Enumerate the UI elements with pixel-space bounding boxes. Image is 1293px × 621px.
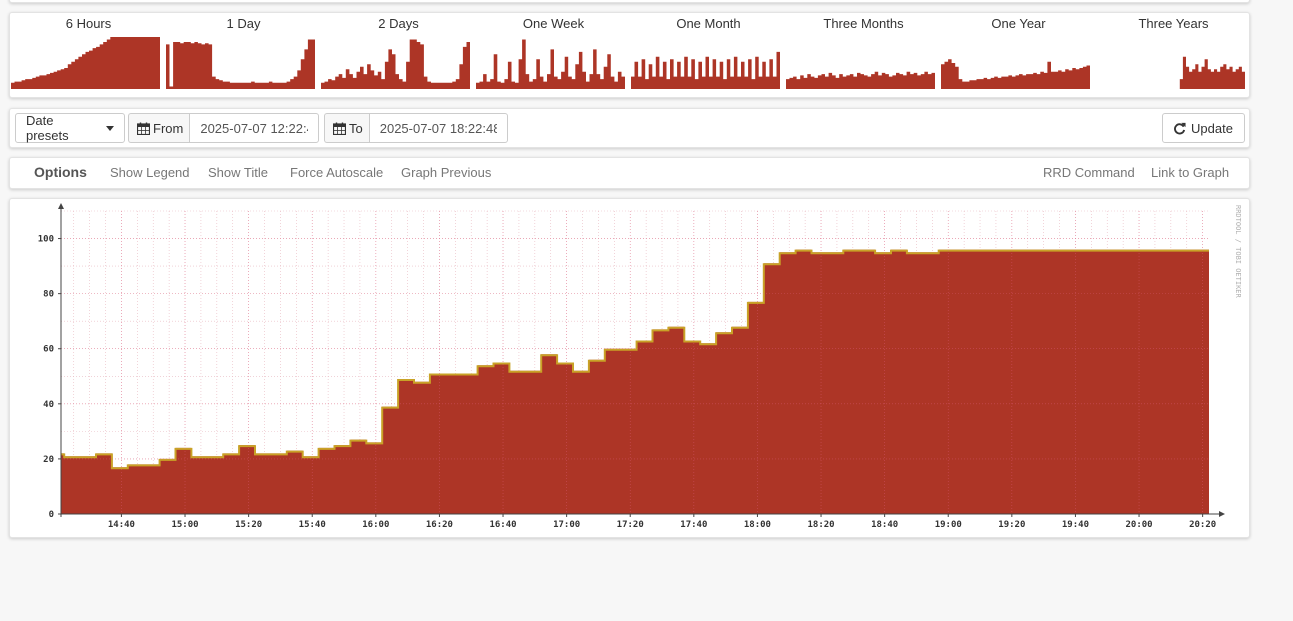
x-tick-label: 20:00 (1125, 520, 1152, 530)
thumbnail-title: 6 Hours (65, 16, 112, 31)
y-tick-label: 40 (43, 400, 54, 410)
thumbnail-title: 2 Days (378, 16, 419, 31)
graph-options-bar: Options Show Legend Show Title Force Aut… (9, 157, 1250, 189)
thumbnail-area (786, 71, 935, 89)
x-tick-label: 15:00 (171, 520, 198, 530)
caret-down-icon (106, 125, 114, 131)
to-addon: To (324, 113, 369, 143)
thumbnail-one-month[interactable]: One Month (631, 13, 786, 97)
graph-previous-link[interactable]: Graph Previous (401, 165, 491, 180)
x-tick-label: 14:40 (108, 520, 135, 530)
date-controls-bar: Date presets From 2025-07-07 12:22:48 To… (9, 108, 1250, 148)
thumbnail-1-day[interactable]: 1 Day (166, 13, 321, 97)
x-tick-label: 16:00 (362, 520, 389, 530)
y-tick-label: 100 (38, 235, 54, 245)
thumbnail-area (166, 39, 315, 89)
thumbnail-graph (1096, 56, 1245, 89)
thumbnail-graph (11, 37, 160, 89)
x-tick-label: 20:20 (1189, 520, 1216, 530)
series-area (61, 249, 1209, 514)
thumbnail-area (631, 51, 780, 89)
date-presets-label: Date presets (26, 113, 69, 143)
x-tick-label: 16:40 (489, 520, 516, 530)
to-date-group: To (324, 113, 508, 143)
thumbnail-area (321, 39, 470, 89)
time-range-thumbnails: 6 Hours 1 Day 2 Days One Week One Month Three… (9, 12, 1250, 98)
thumbnail-one-week[interactable]: One Week (476, 13, 631, 97)
update-label: Update (1191, 120, 1233, 136)
thumbnail-graph (476, 39, 625, 89)
show-title-link[interactable]: Show Title (208, 165, 268, 180)
thumbnail-6-hours[interactable]: 6 Hours (11, 13, 166, 97)
from-date-group: From (128, 113, 320, 143)
x-tick-label: 18:00 (744, 520, 771, 530)
x-tick-label: 17:20 (617, 520, 644, 530)
thumbnail-graph (941, 59, 1090, 89)
x-tick-label: 18:20 (807, 520, 834, 530)
show-legend-link[interactable]: Show Legend (110, 165, 190, 180)
x-tick-label: 15:40 (299, 520, 326, 530)
main-graph-panel: 0 20 40 60 80 100 14:40 15:00 15:20 15:40 16:00 16:… (9, 198, 1250, 538)
thumbnail-three-months[interactable]: Three Months (786, 13, 941, 97)
x-tick-label: 17:00 (553, 520, 580, 530)
thumbnail-title: 1 Day (226, 16, 261, 31)
x-tick-label: 19:40 (1062, 520, 1089, 530)
options-heading: Options (34, 164, 87, 180)
from-date-input[interactable] (189, 113, 320, 143)
y-tick-label: 0 (49, 510, 54, 520)
thumbnail-2-days[interactable]: 2 Days (321, 13, 476, 97)
x-tick-label: 15:20 (235, 520, 262, 530)
thumbnail-area (1096, 56, 1245, 89)
main-graph: 0 20 40 60 80 100 14:40 15:00 15:20 15:40 16:00 16:… (38, 203, 1242, 530)
x-tick-label: 16:20 (426, 520, 453, 530)
from-addon: From (128, 113, 190, 143)
thumbnail-one-year[interactable]: One Year (941, 13, 1096, 97)
rrdtool-watermark: RRDTOOL / TOBI OETIKER (1234, 205, 1242, 299)
thumbnail-graph (166, 39, 315, 89)
thumbnail-area (941, 59, 1090, 89)
thumbnail-graph (321, 39, 470, 89)
to-date-input[interactable] (368, 113, 508, 143)
to-label: To (349, 120, 363, 136)
thumbnail-three-years[interactable]: Three Years (1096, 13, 1251, 97)
y-tick-label: 80 (43, 290, 54, 300)
thumbnail-title: Three Months (823, 16, 904, 31)
y-tick-label: 60 (43, 345, 54, 355)
calendar-icon (137, 122, 150, 135)
thumbnail-title: Three Years (1138, 16, 1209, 31)
thumbnail-graph (786, 71, 935, 89)
update-button[interactable]: Update (1162, 113, 1245, 143)
thumbnail-title: One Month (676, 16, 741, 31)
thumbnail-title: One Week (522, 16, 585, 31)
x-tick-label: 18:40 (871, 520, 898, 530)
thumbnail-graph (631, 51, 780, 89)
x-tick-label: 19:20 (998, 520, 1025, 530)
refresh-icon (1174, 122, 1186, 134)
x-tick-label: 19:00 (935, 520, 962, 530)
date-presets-dropdown[interactable]: Date presets (15, 113, 125, 143)
force-autoscale-link[interactable]: Force Autoscale (290, 165, 383, 180)
link-to-graph-link[interactable]: Link to Graph (1151, 165, 1229, 180)
thumbnail-area (476, 39, 625, 89)
x-tick-label: 17:40 (680, 520, 707, 530)
from-label: From (153, 120, 184, 136)
calendar-icon (333, 122, 346, 135)
previous-panel-edge (9, 0, 1250, 3)
y-tick-label: 20 (43, 455, 54, 465)
rrd-command-link[interactable]: RRD Command (1043, 165, 1135, 180)
thumbnail-area (11, 37, 160, 89)
thumbnail-title: One Year (991, 16, 1046, 31)
